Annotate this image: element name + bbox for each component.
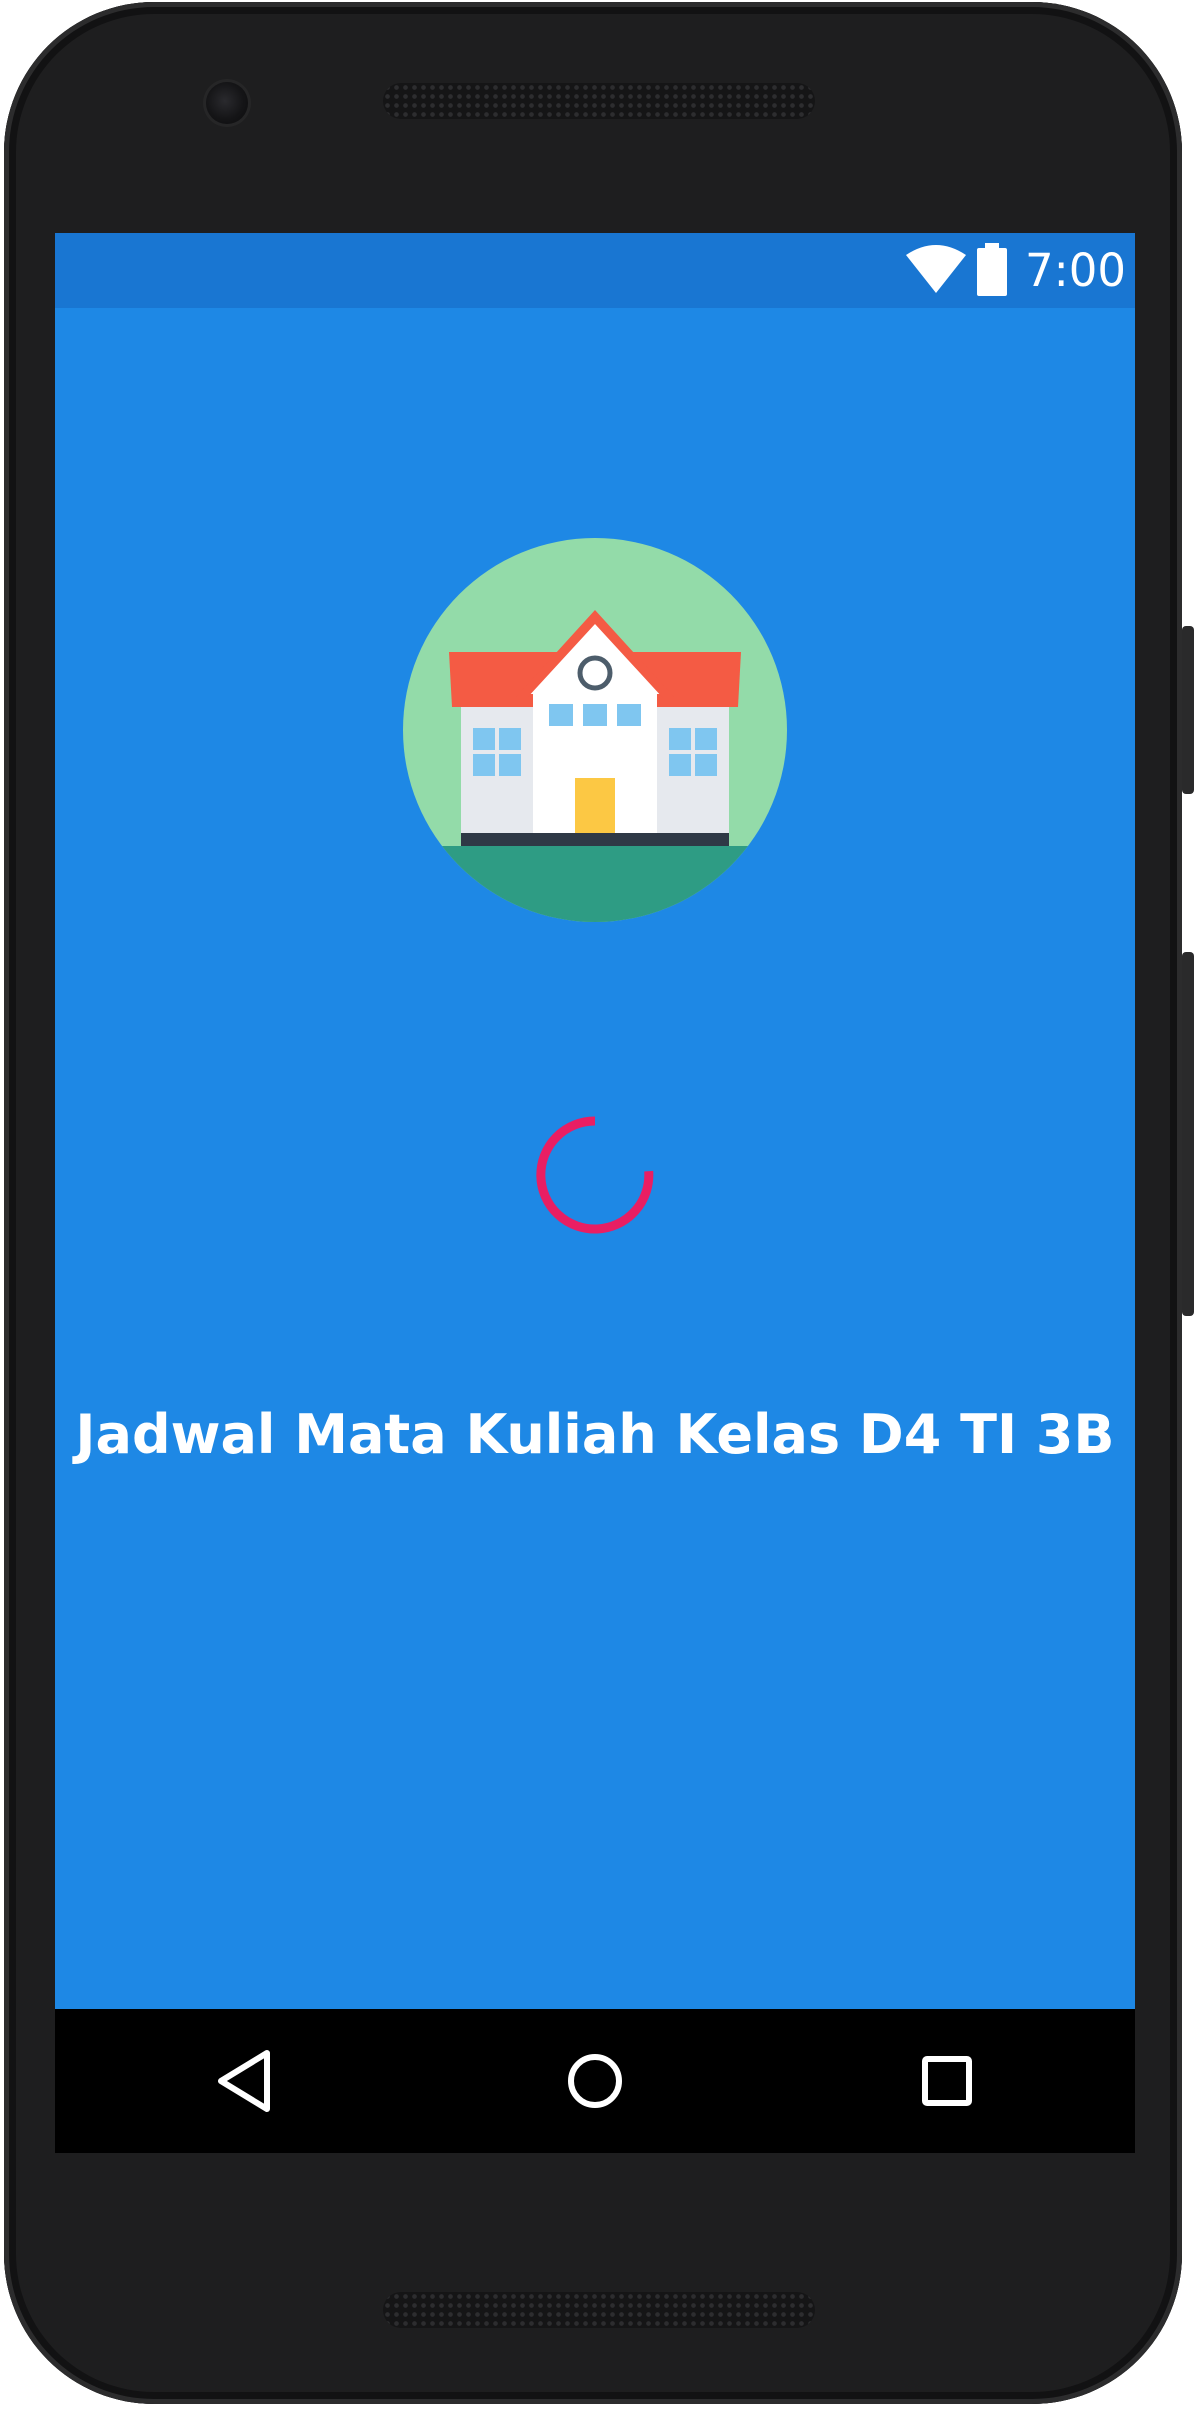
status-bar: 7:00 — [55, 233, 1135, 308]
status-time: 7:00 — [1025, 244, 1127, 297]
app-screen: 7:00 Jadwal Mata Kuliah Kelas D4 TI 3B — [55, 233, 1135, 2153]
wifi-icon — [906, 245, 966, 293]
navigation-bar — [55, 2009, 1135, 2153]
home-icon[interactable] — [553, 2039, 637, 2123]
bottom-speaker-grille — [383, 2292, 815, 2328]
power-button — [1182, 952, 1194, 1316]
battery-icon — [977, 243, 1007, 296]
app-title: Jadwal Mata Kuliah Kelas D4 TI 3B — [75, 1403, 1115, 1466]
top-speaker-grille — [383, 83, 815, 119]
school-building-icon — [403, 538, 787, 922]
loading-spinner — [536, 1116, 654, 1234]
front-camera — [206, 82, 248, 124]
volume-button — [1182, 626, 1194, 794]
recents-icon[interactable] — [905, 2039, 989, 2123]
back-icon[interactable] — [205, 2039, 289, 2123]
